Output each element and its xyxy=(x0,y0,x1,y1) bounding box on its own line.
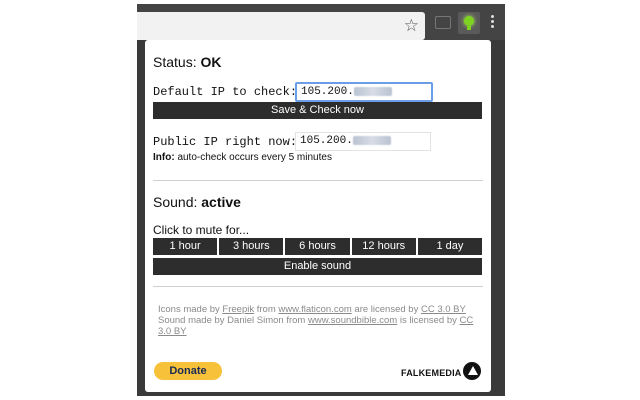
donate-button[interactable]: Donate xyxy=(154,362,222,380)
mute-prompt: Click to mute for... xyxy=(153,223,250,237)
flaticon-link[interactable]: www.flaticon.com xyxy=(278,304,351,315)
falkemedia-logo: FALKEMEDIA xyxy=(401,368,462,378)
cc-license-link[interactable]: CC 3.0 BY xyxy=(421,304,466,315)
enable-sound-button[interactable]: Enable sound xyxy=(153,258,482,275)
mute-6-hours-button[interactable]: 6 hours xyxy=(285,238,350,255)
status-value: OK xyxy=(200,54,222,70)
status-label: Status: xyxy=(153,54,197,70)
credits-text: is licensed by xyxy=(397,315,460,326)
sound-heading: Sound: active xyxy=(153,194,241,210)
divider xyxy=(153,180,483,181)
mute-1-hour-button[interactable]: 1 hour xyxy=(153,238,218,255)
redacted-octets xyxy=(352,135,391,145)
soundbible-link[interactable]: www.soundbible.com xyxy=(308,315,397,326)
credits-text: from xyxy=(254,304,279,315)
freepik-link[interactable]: Freepik xyxy=(222,304,254,315)
divider xyxy=(153,286,483,287)
cast-icon[interactable] xyxy=(435,16,451,29)
address-bar[interactable]: ☆ xyxy=(137,12,425,40)
default-ip-input[interactable]: 105.200. xyxy=(295,82,433,102)
credits: Icons made by Freepik from www.flaticon.… xyxy=(158,304,482,337)
info-text: auto-check occurs every 5 minutes xyxy=(177,152,332,163)
mute-12-hours-button[interactable]: 12 hours xyxy=(351,238,416,255)
mute-options: 1 hour 3 hours 6 hours 12 hours 1 day xyxy=(153,238,483,255)
sound-value: active xyxy=(201,194,241,210)
default-ip-value: 105.200. xyxy=(301,86,354,98)
browser-toolbar: ☆ xyxy=(137,4,505,40)
status-heading: Status: OK xyxy=(153,54,221,70)
save-check-button[interactable]: Save & Check now xyxy=(153,102,482,119)
redacted-octets xyxy=(353,86,392,96)
credits-text: Icons made by xyxy=(158,304,223,315)
more-vert-icon[interactable] xyxy=(491,15,495,30)
public-ip-value: 105.200. xyxy=(300,135,353,147)
lightbulb-icon[interactable] xyxy=(458,12,480,34)
star-icon[interactable]: ☆ xyxy=(404,15,419,37)
bulb-glow xyxy=(464,16,474,26)
credits-text: are licensed by xyxy=(351,304,421,315)
public-ip-label: Public IP right now: xyxy=(153,135,298,149)
mute-1-day-button[interactable]: 1 day xyxy=(417,238,483,255)
mute-3-hours-button[interactable]: 3 hours xyxy=(219,238,284,255)
default-ip-label: Default IP to check: xyxy=(153,85,298,99)
info-line: Info: auto-check occurs every 5 minutes xyxy=(153,152,332,163)
public-ip-field: 105.200. xyxy=(295,132,431,151)
bulb-base xyxy=(467,26,471,30)
falkemedia-logo-icon xyxy=(463,362,481,380)
extension-popup: Status: OK Default IP to check: 105.200.… xyxy=(145,40,491,392)
info-label: Info: xyxy=(153,152,175,163)
sound-label: Sound: xyxy=(153,194,198,210)
credits-text: Sound made by Daniel Simon from xyxy=(158,315,308,326)
